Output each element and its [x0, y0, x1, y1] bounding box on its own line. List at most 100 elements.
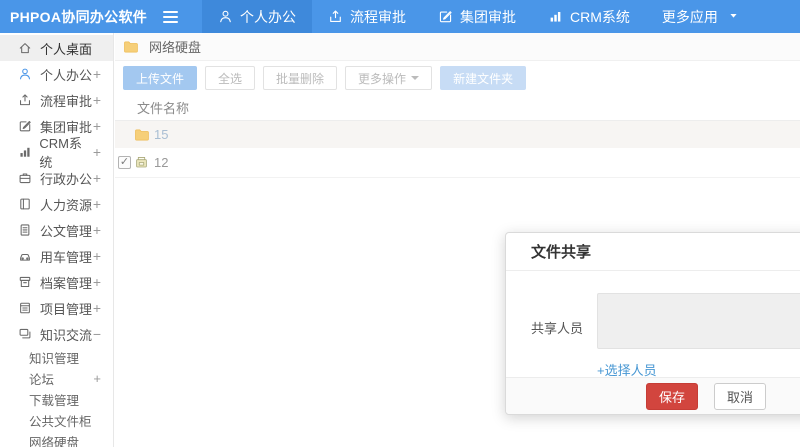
folder-icon — [123, 39, 138, 54]
topnav-item[interactable]: 集团审批 — [422, 0, 532, 33]
menu-toggle-icon[interactable] — [150, 0, 190, 33]
topnav-item[interactable]: 更多应用 — [646, 0, 756, 33]
app-logo: PHPOA协同办公软件 — [10, 8, 148, 25]
expand-toggle-icon: + — [92, 248, 101, 264]
sidebar-item-label: 行政办公 — [40, 171, 93, 187]
breadcrumb: 网络硬盘 — [115, 33, 800, 61]
sidebar-item-label: 个人办公 — [40, 67, 93, 83]
sidebar-item-label: 流程审批 — [40, 93, 93, 109]
cabinet-icon — [136, 157, 147, 168]
sidebar-item[interactable]: 个人办公 + — [0, 61, 113, 87]
sidebar-item-label: 用车管理 — [40, 249, 93, 265]
toolbar-button-label: 批量删除 — [276, 71, 325, 86]
sidebar-sub-item[interactable]: 公共文件柜 — [0, 410, 113, 431]
toolbar-button[interactable]: 新建文件夹 — [440, 66, 527, 90]
toolbar: 上传文件 全选 批量删除 更多操作 新建文件夹 — [115, 61, 800, 95]
expand-toggle-icon: + — [92, 170, 101, 186]
topnav-item-label: 更多应用 — [661, 8, 718, 25]
toolbar-button[interactable]: 批量删除 — [263, 66, 338, 90]
home-icon — [19, 43, 31, 54]
sidebar-sub-items: 知识管理论坛 + 下载管理公共文件柜网络硬盘 — [0, 347, 113, 447]
expand-toggle-icon: + — [92, 274, 101, 290]
expand-toggle-icon: + — [92, 222, 101, 238]
toolbar-button[interactable]: 全选 — [205, 66, 256, 90]
caret-down-icon — [730, 13, 737, 18]
row-checkbox[interactable]: ✓ — [118, 156, 131, 169]
folder-icon — [135, 129, 149, 141]
toolbar-button-label: 上传文件 — [136, 71, 185, 86]
save-button[interactable]: 保存 — [646, 382, 699, 410]
sidebar: 个人桌面 个人办公 + 流程审批 + 集团审批 + CRM系统 + 行政办公 + 人力资源 + 公文管理 +… — [0, 33, 114, 447]
sidebar-sub-item[interactable]: 论坛 + — [0, 368, 113, 389]
toolbar-button[interactable]: 更多操作 — [345, 66, 433, 90]
modal-title: 文件共享 — [506, 233, 800, 271]
expand-toggle-icon: + — [92, 300, 101, 316]
toolbar-button[interactable]: 上传文件 — [123, 66, 198, 90]
chat-icon — [19, 328, 31, 339]
expand-toggle-icon: − — [92, 326, 101, 342]
breadcrumb-label: 网络硬盘 — [149, 40, 202, 55]
file-row[interactable]: 15 — [115, 121, 800, 148]
topnav: 个人办公 流程审批 集团审批 CRM系统 更多应用 — [202, 0, 756, 33]
sidebar-item[interactable]: CRM系统 + — [0, 136, 113, 170]
topnav-item-label: 个人办公 — [240, 8, 296, 25]
sidebar-sub-item-label: 公共文件柜 — [29, 415, 92, 429]
document-icon — [20, 224, 30, 236]
expand-toggle-icon: + — [93, 371, 101, 386]
project-icon — [20, 302, 30, 314]
topnav-item[interactable]: CRM系统 — [532, 0, 646, 33]
sidebar-item[interactable]: 知识交流 − — [0, 321, 113, 347]
sidebar-item[interactable]: 档案管理 + — [0, 269, 113, 295]
topnav-item-label: 流程审批 — [350, 8, 406, 25]
edit-icon — [439, 11, 452, 23]
file-table-header: 文件名称 — [115, 95, 800, 121]
sidebar-item-label: 档案管理 — [40, 275, 93, 291]
sidebar-item[interactable]: 个人桌面 — [0, 35, 113, 61]
sidebar-item-label: 公文管理 — [40, 223, 93, 239]
topnav-item-label: CRM系统 — [570, 8, 630, 25]
toolbar-button-label: 新建文件夹 — [453, 71, 514, 86]
sidebar-sub-item[interactable]: 下载管理 — [0, 389, 113, 410]
expand-toggle-icon: + — [92, 92, 101, 108]
expand-toggle-icon: + — [92, 118, 101, 134]
topnav-item[interactable]: 流程审批 — [312, 0, 422, 33]
expand-toggle-icon: + — [92, 144, 101, 160]
chart-icon — [20, 147, 30, 157]
archive-icon — [19, 276, 31, 287]
sidebar-sub-item-label: 下载管理 — [29, 394, 80, 408]
sidebar-item-label: 人力资源 — [40, 197, 93, 213]
person-icon — [20, 68, 30, 80]
sidebar-item[interactable]: 行政办公 + — [0, 165, 113, 191]
file-name-link[interactable]: 15 — [154, 127, 168, 142]
sidebar-sub-item-label: 论坛 — [29, 373, 55, 387]
edit-icon — [19, 121, 31, 132]
expand-toggle-icon: + — [92, 196, 101, 212]
sidebar-item-label: CRM系统 — [39, 136, 83, 170]
book-icon — [20, 198, 30, 210]
cancel-button[interactable]: 取消 — [714, 382, 767, 410]
caret-down-icon — [411, 76, 420, 80]
person-icon — [220, 10, 231, 23]
sidebar-item[interactable]: 人力资源 + — [0, 191, 113, 217]
modal-body: 共享人员 +选择人员 — [506, 271, 800, 379]
modal-footer: 保存 取消 — [506, 377, 800, 414]
sidebar-item[interactable]: 项目管理 + — [0, 295, 113, 321]
share-members-input[interactable] — [597, 293, 800, 349]
sidebar-sub-item[interactable]: 知识管理 — [0, 347, 113, 368]
file-table-body: 15 ✓ 12 — [115, 121, 800, 178]
folder-icon — [124, 41, 138, 53]
topbar: PHPOA协同办公软件 个人办公 流程审批 集团审批 CRM系统 更多应用 — [0, 0, 800, 33]
sidebar-item[interactable]: 流程审批 + — [0, 87, 113, 113]
sidebar-item-label: 知识交流 — [40, 327, 93, 343]
car-icon — [20, 253, 30, 261]
sidebar-item[interactable]: 用车管理 + — [0, 243, 113, 269]
toolbar-button-label: 更多操作 — [358, 71, 407, 86]
topnav-item[interactable]: 个人办公 — [202, 0, 312, 33]
expand-toggle-icon: + — [92, 66, 101, 82]
sidebar-sub-item[interactable]: 网络硬盘 — [0, 431, 113, 447]
sidebar-item[interactable]: 公文管理 + — [0, 217, 113, 243]
toolbar-button-label: 全选 — [218, 71, 243, 86]
file-row[interactable]: ✓ 12 — [115, 148, 800, 178]
file-name-link[interactable]: 12 — [154, 155, 168, 170]
approval-icon — [20, 94, 30, 106]
